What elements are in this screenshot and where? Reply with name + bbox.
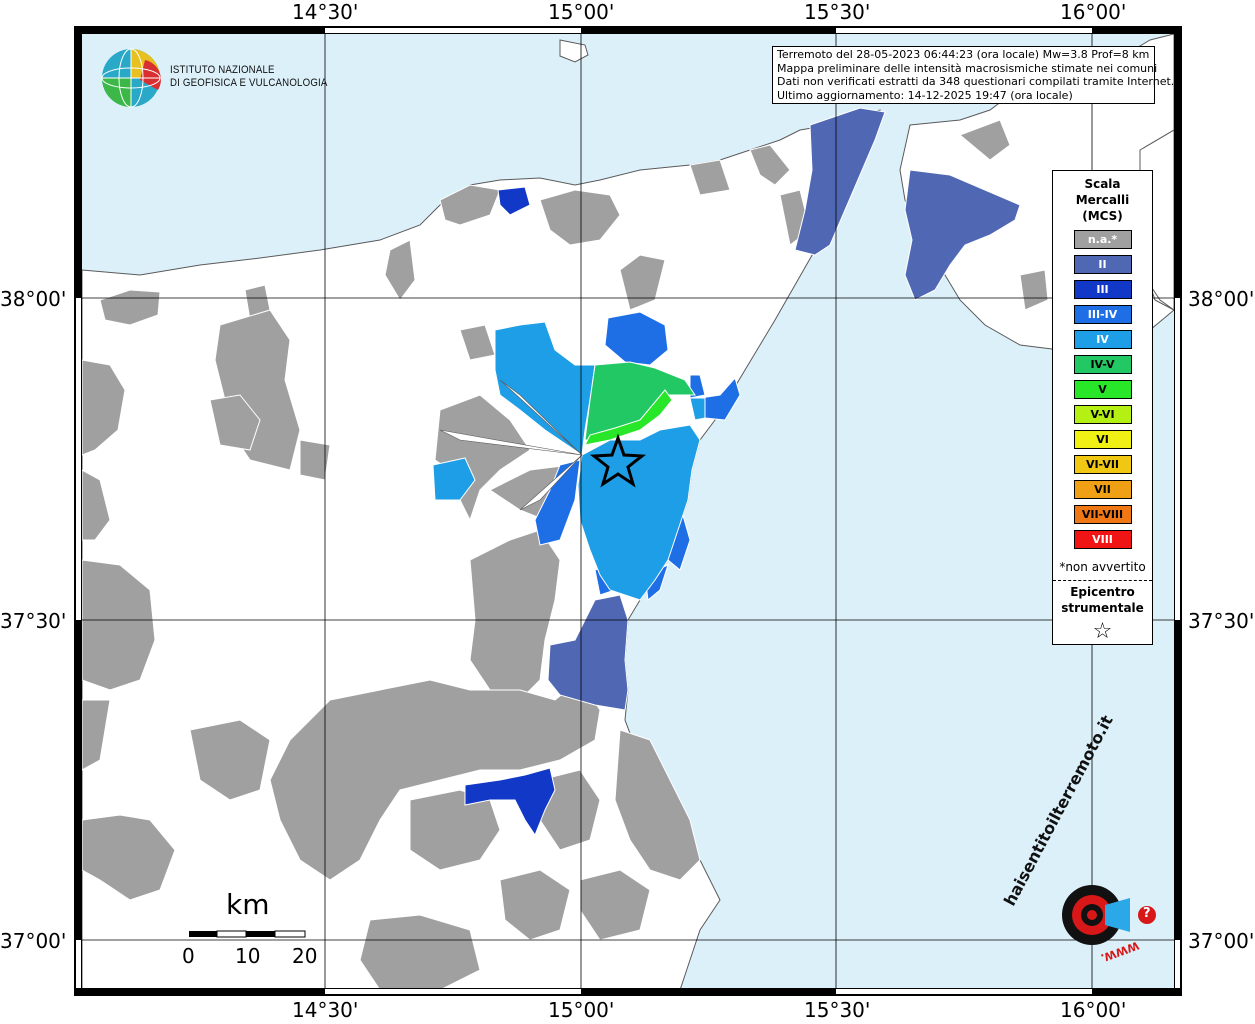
lat-right-label: 37°30'	[1188, 609, 1255, 633]
event-info-box: Terremoto del 28-05-2023 06:44:23 (ora l…	[772, 46, 1175, 104]
legend-item: III	[1073, 280, 1132, 299]
lat-left-label: 37°00'	[0, 929, 67, 953]
legend-item: V	[1073, 380, 1132, 399]
info-line-4: Ultimo aggiornamento: 14-12-2025 19:47 (…	[777, 88, 1073, 102]
info-line-2: Mappa preliminare delle intensità macros…	[777, 61, 1158, 75]
scale-tick: 10	[235, 944, 261, 968]
legend-item: IV-V	[1073, 355, 1132, 374]
mcs-legend: Scala Mercalli (MCS) n.a.* II III III-IV IV I…	[1052, 170, 1153, 645]
legend-item: IV	[1073, 330, 1132, 349]
lon-bottom-label: 15°00'	[548, 998, 615, 1022]
lon-top-label: 15°00'	[548, 0, 615, 24]
legend-item: VII	[1073, 480, 1132, 499]
legend-title: Scala Mercalli (MCS)	[1053, 176, 1152, 224]
legend-item: V-VI	[1073, 405, 1132, 424]
ingv-logo-text: ISTITUTO NAZIONALE DI GEOFISICA E VULCAN…	[170, 64, 328, 90]
logo-line-2: DI GEOFISICA E VULCANOLOGIA	[170, 77, 328, 89]
lon-top-label: 14°30'	[292, 0, 359, 24]
legend-item: II	[1073, 255, 1132, 274]
legend-epicenter-line-1: Epicentro	[1070, 585, 1135, 599]
legend-item: III-IV	[1073, 305, 1132, 324]
lat-left-label: 38°00'	[0, 287, 67, 311]
logo-line-1: ISTITUTO NAZIONALE	[170, 64, 275, 76]
lat-right-label: 37°00'	[1188, 929, 1255, 953]
lat-right-label: 38°00'	[1188, 287, 1255, 311]
legend-epicenter-label: Epicentro strumentale	[1053, 584, 1152, 616]
legend-epicenter-line-2: strumentale	[1061, 601, 1144, 615]
legend-title-line-2: Mercalli	[1075, 193, 1130, 207]
info-line-1: Terremoto del 28-05-2023 06:44:23 (ora l…	[777, 48, 1150, 61]
lon-bottom-label: 15°30'	[804, 998, 871, 1022]
lon-bottom-label: 16°00'	[1060, 998, 1127, 1022]
scale-tick: 0	[182, 944, 195, 968]
legend-note: *non avvertito	[1059, 560, 1146, 574]
legend-items: n.a.* II III III-IV IV IV-V V V-VI VI VI-VII VII VI…	[1053, 230, 1152, 549]
lon-top-label: 15°30'	[804, 0, 871, 24]
scale-unit: km	[226, 888, 270, 921]
scale-bar	[189, 930, 306, 938]
legend-item: VIII	[1073, 530, 1132, 549]
legend-separator	[1053, 580, 1152, 581]
legend-item: VI-VII	[1073, 455, 1132, 474]
info-line-3: Dati non verificati estratti da 348 ques…	[777, 75, 1175, 88]
star-icon: ☆	[1092, 619, 1113, 644]
legend-item: VII-VIII	[1073, 505, 1132, 524]
scale-tick: 20	[292, 944, 318, 968]
legend-title-line-1: Scala	[1084, 177, 1121, 191]
lon-bottom-label: 14°30'	[292, 998, 359, 1022]
legend-item: n.a.*	[1073, 230, 1132, 249]
lon-top-label: 16°00'	[1060, 0, 1127, 24]
legend-title-line-3: (MCS)	[1082, 209, 1123, 223]
lat-left-label: 37°30'	[0, 609, 67, 633]
question-icon: ?	[1143, 906, 1151, 921]
legend-item: VI	[1073, 430, 1132, 449]
